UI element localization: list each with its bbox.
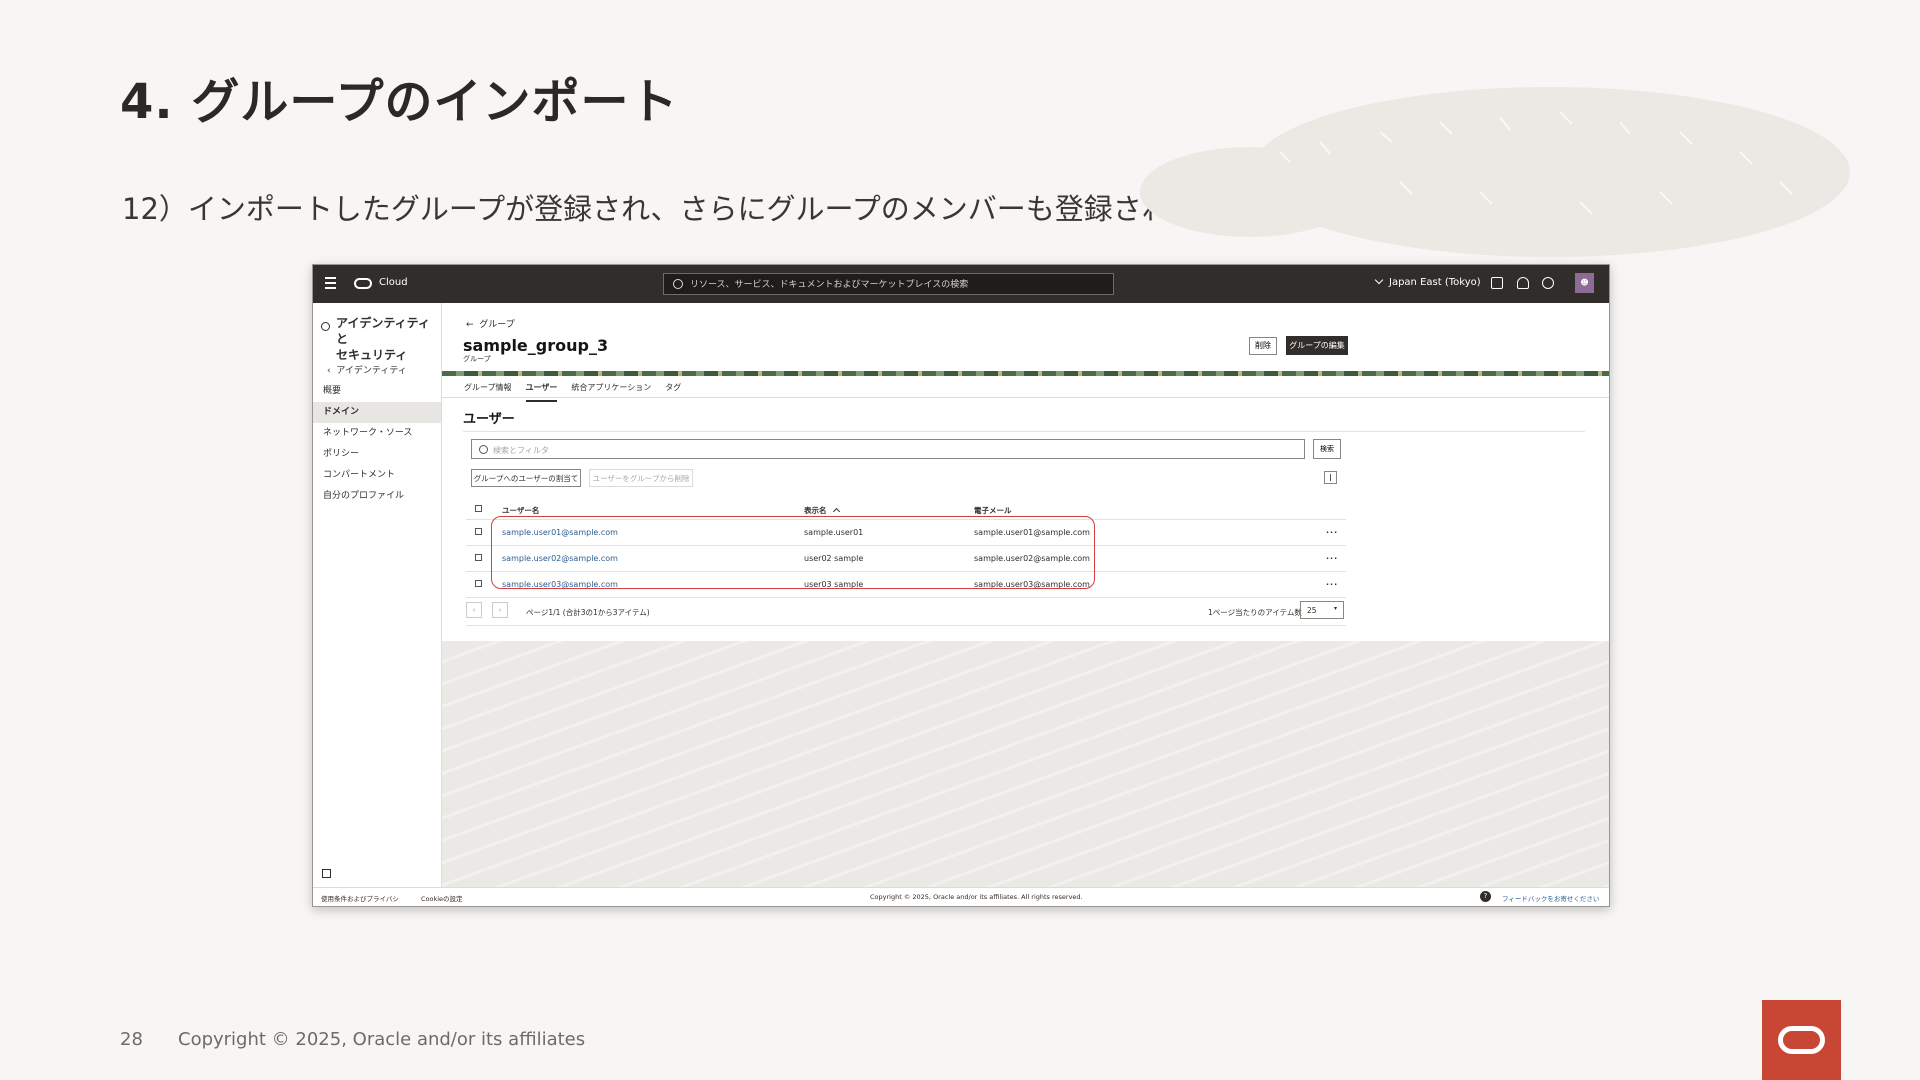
section-divider bbox=[463, 431, 1585, 432]
help-icon[interactable] bbox=[1542, 277, 1554, 289]
sidebar-back-label: アイデンティティ bbox=[336, 366, 407, 376]
per-page-label: 1ページ当たりのアイテム数 bbox=[1208, 608, 1302, 617]
table-row: sample.user03@sample.com user03 sample s… bbox=[466, 572, 1346, 598]
pagination: ‹ › ページ1/1 (合計3の1から3アイテム) 1ページ当たりのアイテム数 … bbox=[466, 599, 1346, 626]
search-icon bbox=[673, 279, 683, 289]
prev-page-button[interactable]: ‹ bbox=[466, 602, 482, 618]
oracle-logo-icon bbox=[1762, 1000, 1841, 1080]
tab-users[interactable]: ユーザー bbox=[525, 382, 558, 402]
select-all-checkbox[interactable] bbox=[475, 505, 482, 512]
header-username[interactable]: ユーザー名 bbox=[502, 505, 539, 516]
terms-link[interactable]: 使用条件およびプライバシ bbox=[321, 893, 399, 903]
oracle-cloud-logo-icon[interactable] bbox=[354, 278, 372, 289]
feedback-link[interactable]: フィードバックをお寄せください bbox=[1502, 893, 1599, 903]
slide-title: 4. グループのインポート bbox=[120, 74, 679, 130]
breadcrumb-label: グループ bbox=[479, 320, 515, 330]
cookie-settings-link[interactable]: Cookieの設定 bbox=[421, 893, 463, 903]
decorative-banner bbox=[442, 371, 1609, 376]
username-link[interactable]: sample.user02@sample.com bbox=[502, 554, 618, 563]
footer-copyright: Copyright © 2025, Oracle and/or its affi… bbox=[870, 893, 1083, 901]
console-footer: 使用条件およびプライバシ Cookieの設定 Copyright © 2025,… bbox=[313, 887, 1609, 906]
region-selector[interactable]: Japan East (Tokyo) bbox=[1374, 275, 1481, 288]
tab-divider bbox=[442, 397, 1609, 398]
global-search[interactable] bbox=[663, 273, 1114, 295]
sidebar-heading: アイデンティティと セキュリティ bbox=[336, 315, 441, 363]
help-icon: ? bbox=[1480, 891, 1491, 902]
header-display-name[interactable]: 表示名 bbox=[804, 505, 840, 516]
caret-down-icon: ▾ bbox=[1333, 605, 1337, 612]
email: sample.user01@sample.com bbox=[974, 528, 1090, 537]
username-link[interactable]: sample.user01@sample.com bbox=[502, 528, 618, 537]
edit-group-button[interactable]: グループの編集 bbox=[1286, 336, 1348, 355]
sidebar-item-network-sources[interactable]: ネットワーク・ソース bbox=[313, 423, 441, 444]
search-button[interactable]: 検索 bbox=[1313, 439, 1341, 459]
row-checkbox[interactable] bbox=[475, 528, 482, 535]
sidebar-item-domains[interactable]: ドメイン bbox=[313, 402, 441, 423]
menu-icon[interactable] bbox=[325, 277, 336, 292]
breadcrumb[interactable]: ← グループ bbox=[466, 317, 515, 330]
per-page-select[interactable]: 25 ▾ bbox=[1300, 601, 1344, 619]
sidebar-back-link[interactable]: ‹ アイデンティティ bbox=[327, 363, 407, 376]
row-actions-menu[interactable]: ··· bbox=[1326, 554, 1338, 563]
search-icon bbox=[479, 445, 488, 454]
next-page-button[interactable]: › bbox=[492, 602, 508, 618]
avatar[interactable]: ☻ bbox=[1575, 273, 1594, 293]
row-actions-menu[interactable]: ··· bbox=[1326, 528, 1338, 537]
sidebar: アイデンティティと セキュリティ ‹ アイデンティティ 概要 ドメイン ネットワ… bbox=[313, 303, 442, 888]
pagination-text: ページ1/1 (合計3の1から3アイテム) bbox=[526, 608, 650, 617]
per-page-value: 25 bbox=[1307, 606, 1317, 615]
remove-user-button[interactable]: ユーザーをグループから削除 bbox=[589, 469, 693, 487]
oci-console-screenshot: Cloud Japan East (Tokyo) ☻ アイデンティティと セキュ… bbox=[312, 264, 1610, 907]
username-link[interactable]: sample.user03@sample.com bbox=[502, 580, 618, 589]
chevron-down-icon bbox=[1374, 275, 1384, 285]
table-row: sample.user01@sample.com sample.user01 s… bbox=[466, 520, 1346, 546]
brand-label[interactable]: Cloud bbox=[379, 277, 408, 288]
main-content: ← グループ sample_group_3 グループ 削除 グループの編集 グル… bbox=[442, 303, 1609, 888]
page-title: sample_group_3 bbox=[463, 336, 609, 355]
background-pattern bbox=[442, 641, 1609, 888]
search-filter-input[interactable] bbox=[491, 442, 1275, 458]
display-name: sample.user01 bbox=[804, 528, 864, 537]
tab-bar: グループ情報 ユーザー 統合アプリケーション タグ bbox=[464, 382, 695, 402]
search-filter[interactable] bbox=[471, 439, 1305, 459]
decorative-leaf-pattern bbox=[1140, 87, 1850, 257]
page-subtitle: グループ bbox=[463, 355, 491, 363]
header-email[interactable]: 電子メール bbox=[974, 505, 1012, 516]
slide-copyright: Copyright © 2025, Oracle and/or its affi… bbox=[178, 1029, 586, 1050]
sidebar-heading-line1: アイデンティティと bbox=[336, 316, 430, 346]
sidebar-menu: 概要 ドメイン ネットワーク・ソース ポリシー コンパートメント 自分のプロファ… bbox=[313, 381, 441, 507]
sidebar-item-overview[interactable]: 概要 bbox=[313, 381, 441, 402]
page-number: 28 bbox=[120, 1029, 143, 1050]
display-name: user03 sample bbox=[804, 580, 864, 589]
developer-tools-icon[interactable] bbox=[1491, 277, 1503, 289]
collapse-sidebar-icon[interactable] bbox=[322, 869, 331, 878]
delete-button[interactable]: 削除 bbox=[1249, 337, 1277, 355]
region-label: Japan East (Tokyo) bbox=[1389, 277, 1481, 288]
sidebar-item-compartments[interactable]: コンパートメント bbox=[313, 465, 441, 486]
email: sample.user03@sample.com bbox=[974, 580, 1090, 589]
assign-user-button[interactable]: グループへのユーザーの割当て bbox=[471, 469, 581, 487]
users-table: ユーザー名 表示名 電子メール sample.user01@sample.com… bbox=[466, 499, 1346, 598]
global-search-input[interactable] bbox=[688, 276, 1092, 294]
row-checkbox[interactable] bbox=[475, 554, 482, 561]
sidebar-heading-line2: セキュリティ bbox=[336, 348, 408, 362]
email: sample.user02@sample.com bbox=[974, 554, 1090, 563]
identity-icon bbox=[321, 322, 330, 331]
console-topbar: Cloud Japan East (Tokyo) ☻ bbox=[313, 265, 1609, 303]
section-title: ユーザー bbox=[463, 412, 515, 427]
sort-asc-icon bbox=[832, 507, 840, 516]
bell-icon[interactable] bbox=[1517, 277, 1529, 289]
row-actions-menu[interactable]: ··· bbox=[1326, 580, 1338, 589]
column-settings-icon[interactable] bbox=[1324, 471, 1337, 484]
table-row: sample.user02@sample.com user02 sample s… bbox=[466, 546, 1346, 572]
row-checkbox[interactable] bbox=[475, 580, 482, 587]
sidebar-item-my-profile[interactable]: 自分のプロファイル bbox=[313, 486, 441, 507]
table-header: ユーザー名 表示名 電子メール bbox=[466, 499, 1346, 520]
display-name: user02 sample bbox=[804, 554, 864, 563]
header-display-name-label: 表示名 bbox=[804, 506, 827, 515]
sidebar-item-policies[interactable]: ポリシー bbox=[313, 444, 441, 465]
